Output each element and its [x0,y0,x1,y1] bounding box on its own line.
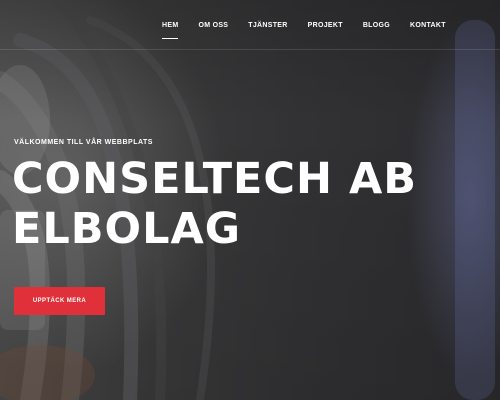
nav-item-hem[interactable]: HEM [162,22,179,39]
welcome-text: VÄLKOMMEN TILL VÅR WEBBPLATS [14,139,153,146]
nav-item-blogg[interactable]: BLOGG [363,22,390,29]
hero-title-line-2: ELBOLAG [12,204,242,254]
hero-title: CONSELTECH AB ELBOLAG [12,154,432,254]
nav-item-kontakt[interactable]: KONTAKT [410,22,446,29]
hero-section: HEM OM OSS TJÄNSTER PROJEKT BLOGG KONTAK… [0,0,500,400]
nav-links: HEM OM OSS TJÄNSTER PROJEKT BLOGG KONTAK… [162,0,466,50]
nav-item-projekt[interactable]: PROJEKT [308,22,343,29]
nav-item-tjanster[interactable]: TJÄNSTER [248,22,287,29]
hero-title-line-1: CONSELTECH AB [12,154,417,204]
top-navigation: HEM OM OSS TJÄNSTER PROJEKT BLOGG KONTAK… [0,0,500,50]
nav-item-om-oss[interactable]: OM OSS [198,22,228,29]
discover-more-button[interactable]: UPPTÄCK MERA [14,287,105,315]
